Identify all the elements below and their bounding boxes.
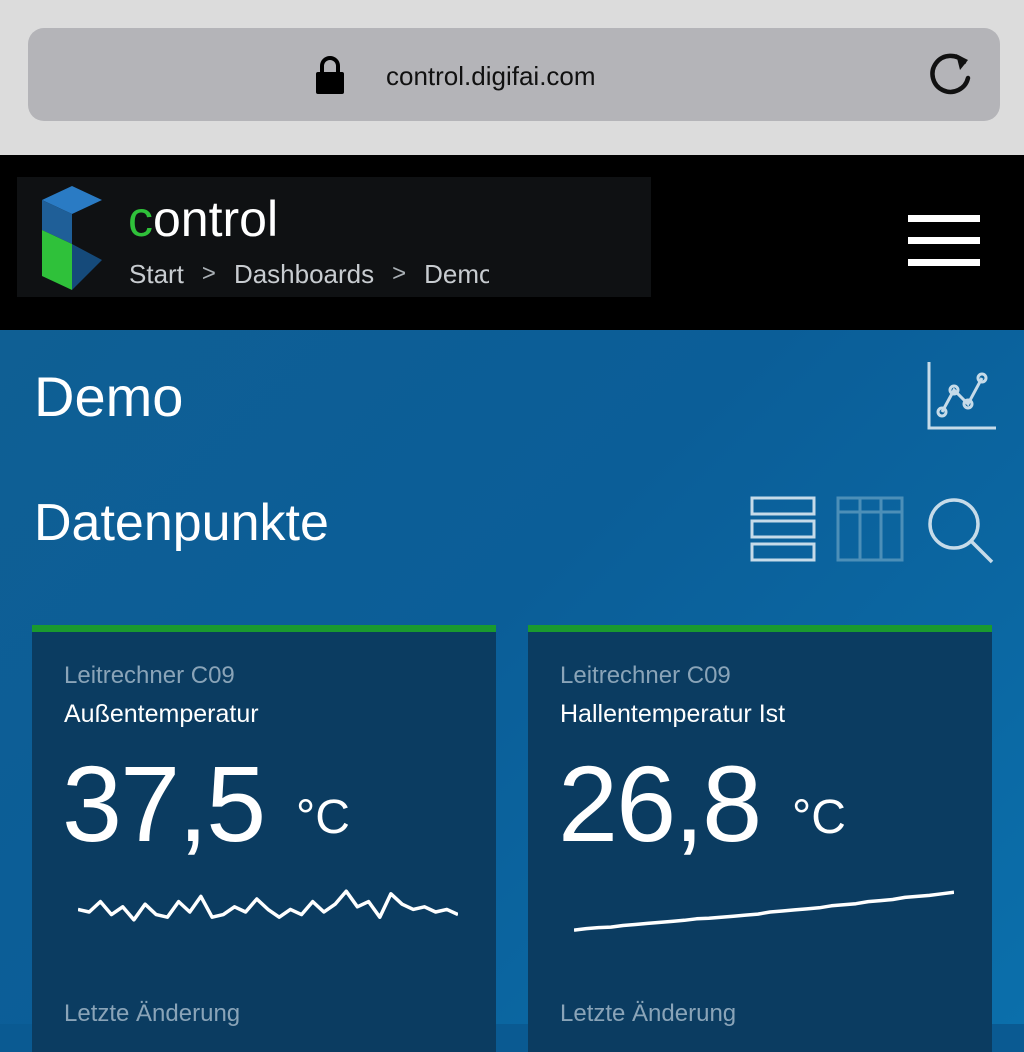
brand-rest: ontrol: [153, 191, 279, 247]
datapoint-card[interactable]: Leitrechner C09 Hallentemperatur Ist 26,…: [528, 625, 992, 1052]
datapoint-source: Leitrechner C09: [64, 662, 235, 689]
sparkline: [574, 890, 954, 932]
sparkline: [78, 889, 458, 922]
breadcrumb-dashboards[interactable]: Dashboards: [234, 259, 374, 290]
breadcrumb: Start > Dashboards > Demo: [129, 256, 489, 292]
grid-view-icon[interactable]: [836, 496, 904, 562]
section-title: Datenpunkte: [34, 494, 329, 552]
datapoint-name: Außentemperatur: [64, 700, 259, 728]
brand-name[interactable]: control: [128, 187, 278, 251]
reload-icon[interactable]: [926, 48, 976, 98]
list-view-icon[interactable]: [750, 496, 816, 562]
chart-icon[interactable]: [926, 360, 998, 432]
logo-icon[interactable]: [42, 186, 104, 290]
datapoint-unit: °C: [296, 791, 350, 844]
brand-accent: c: [128, 191, 153, 247]
search-icon[interactable]: [926, 496, 996, 566]
chevron-right-icon: >: [392, 260, 407, 287]
chevron-right-icon: >: [201, 260, 216, 287]
lock-icon: [316, 56, 344, 94]
sparkline-path: [574, 890, 954, 932]
datapoint-card[interactable]: Leitrechner C09 Außentemperatur 37,5 °C …: [32, 625, 496, 1052]
datapoint-name: Hallentemperatur Ist: [560, 700, 786, 728]
datapoint-unit: °C: [792, 791, 846, 844]
datapoint-value: 26,8: [558, 743, 762, 864]
datapoint-value: 37,5: [62, 743, 266, 864]
menu-icon[interactable]: [908, 213, 980, 269]
sparkline-path: [78, 889, 458, 922]
breadcrumb-demo[interactable]: Demo: [424, 259, 489, 290]
url-text[interactable]: control.digifai.com: [386, 58, 596, 94]
page-title: Demo: [34, 365, 184, 428]
datapoint-source: Leitrechner C09: [560, 662, 731, 689]
breadcrumb-start[interactable]: Start: [129, 259, 184, 290]
